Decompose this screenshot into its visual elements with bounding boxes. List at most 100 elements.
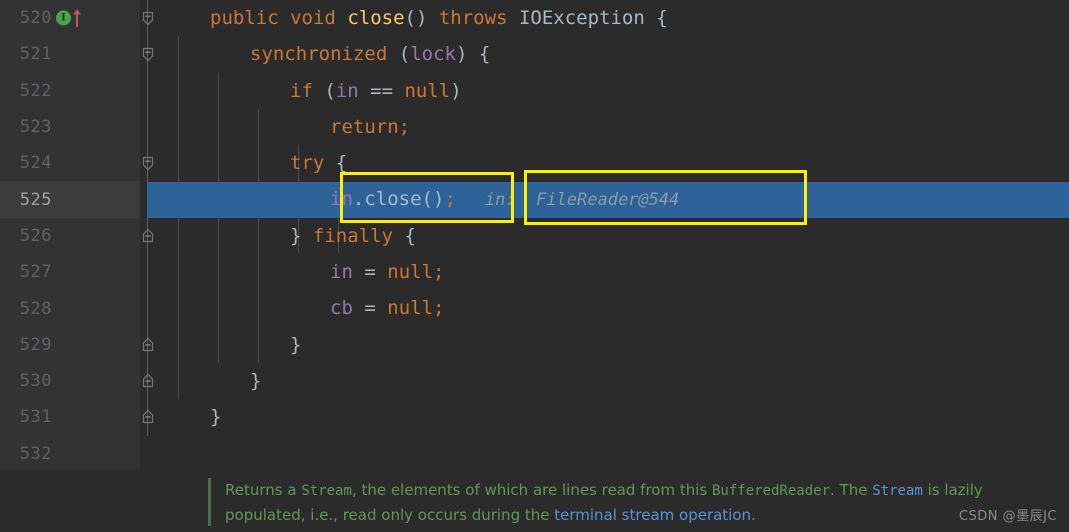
editor-gutter[interactable]: 520 I 521 522 523 524 525 526 527 528 529 530 531 532 xyxy=(0,0,140,470)
implementation-marker-icon[interactable]: I xyxy=(56,10,71,26)
code-token: throws xyxy=(438,7,508,29)
code-line[interactable]: return; xyxy=(160,109,1069,145)
fold-row[interactable] xyxy=(140,436,160,472)
fold-region-end-icon[interactable] xyxy=(140,372,156,390)
watermark: CSDN @墨辰JC xyxy=(958,509,1057,524)
code-token: in xyxy=(330,261,353,284)
doc-link[interactable]: terminal stream operation xyxy=(554,506,751,524)
fold-row[interactable] xyxy=(140,399,160,436)
code-token: null xyxy=(387,261,434,284)
code-token: IOException xyxy=(518,7,645,29)
code-token: ( xyxy=(324,79,336,102)
code-line[interactable]: in = null; xyxy=(160,254,1069,290)
line-number: 532 xyxy=(19,443,52,464)
code-token: try xyxy=(290,152,325,175)
line-number: 526 xyxy=(19,225,52,246)
doc-link[interactable]: Stream xyxy=(872,483,923,499)
code-line[interactable]: } xyxy=(160,399,1069,435)
fold-collapse-icon[interactable] xyxy=(140,45,156,63)
gutter-row[interactable]: 526 xyxy=(0,218,140,254)
inline-debug-value-hint[interactable]: in: FileReader@544 xyxy=(485,190,679,210)
code-content-area[interactable]: public void close() throws IOException {… xyxy=(160,0,1069,470)
line-number: 520 xyxy=(19,8,52,29)
code-line[interactable]: cb = null; xyxy=(160,290,1069,326)
line-number: 525 xyxy=(19,189,52,210)
gutter-row[interactable]: 532 xyxy=(0,436,140,472)
implementation-marker-label: I xyxy=(61,12,66,24)
code-line[interactable]: } finally { xyxy=(160,218,1069,254)
fold-row[interactable] xyxy=(140,108,160,146)
fold-column[interactable] xyxy=(140,0,160,470)
selected-line-gutter-highlight xyxy=(147,181,160,218)
line-number: 529 xyxy=(19,334,52,355)
code-line[interactable]: synchronized (lock) { xyxy=(160,36,1069,72)
line-number: 527 xyxy=(19,262,52,283)
code-token: } xyxy=(290,224,302,247)
fold-region-end-icon[interactable] xyxy=(140,227,156,245)
gutter-row[interactable]: 528 xyxy=(0,290,140,326)
code-line[interactable]: } xyxy=(160,363,1069,399)
doc-text-segment: BufferedReader xyxy=(712,483,831,499)
fold-collapse-icon[interactable] xyxy=(140,9,156,27)
fold-row[interactable] xyxy=(140,326,160,363)
fold-region-end-icon[interactable] xyxy=(140,336,156,354)
gutter-row[interactable]: 525 xyxy=(0,181,140,218)
code-token: in xyxy=(335,79,359,102)
gutter-row[interactable]: 529 xyxy=(0,327,140,363)
code-token: () xyxy=(404,7,428,29)
fold-row[interactable] xyxy=(140,254,160,291)
documentation-panel: Returns a Stream, the elements of which … xyxy=(0,470,1069,532)
overridden-method-arrow-icon[interactable] xyxy=(72,8,82,28)
code-line[interactable]: if (in == null) xyxy=(160,73,1069,109)
gutter-row[interactable]: 520 I xyxy=(0,0,140,36)
code-token: ; xyxy=(398,115,411,138)
gutter-row[interactable]: 530 xyxy=(0,363,140,399)
code-token: = xyxy=(364,297,376,320)
doc-panel-gutter xyxy=(0,470,200,532)
code-token: close xyxy=(364,188,422,211)
fold-row[interactable] xyxy=(140,290,160,327)
code-line[interactable] xyxy=(160,436,1069,470)
code-line[interactable]: public void close() throws IOException { xyxy=(160,0,1069,36)
code-token: () xyxy=(421,188,445,211)
code-token: void xyxy=(290,7,336,29)
code-line[interactable]: try { xyxy=(160,145,1069,181)
fold-region-end-icon[interactable] xyxy=(140,408,156,426)
code-token: ) xyxy=(455,43,468,66)
fold-collapse-icon[interactable] xyxy=(140,154,156,172)
gutter-row[interactable]: 523 xyxy=(0,109,140,145)
fold-connector-line xyxy=(147,108,148,146)
line-number: 524 xyxy=(19,153,52,174)
fold-row[interactable] xyxy=(140,362,160,400)
fold-row[interactable] xyxy=(140,217,160,255)
code-token: if xyxy=(290,79,313,102)
code-token: lock xyxy=(410,43,456,66)
code-line[interactable]: } xyxy=(160,327,1069,363)
fold-row[interactable] xyxy=(140,145,160,182)
fold-row[interactable] xyxy=(140,72,160,109)
code-token: = xyxy=(364,261,376,284)
fold-connector-line xyxy=(147,72,148,109)
doc-text-segment: . xyxy=(751,506,756,524)
gutter-row[interactable]: 521 xyxy=(0,36,140,72)
gutter-row[interactable]: 527 xyxy=(0,254,140,290)
gutter-row[interactable]: 531 xyxy=(0,399,140,435)
code-token: cb xyxy=(330,297,353,320)
fold-row[interactable] xyxy=(140,0,160,37)
code-line[interactable]: in.close(); in: FileReader@544 xyxy=(160,181,1069,217)
code-token: { xyxy=(656,7,668,29)
gutter-row[interactable]: 522 xyxy=(0,73,140,109)
fold-connector-line xyxy=(147,290,148,327)
fold-connector-line xyxy=(147,254,148,291)
gutter-row[interactable]: 524 xyxy=(0,145,140,181)
fold-row[interactable] xyxy=(140,36,160,73)
